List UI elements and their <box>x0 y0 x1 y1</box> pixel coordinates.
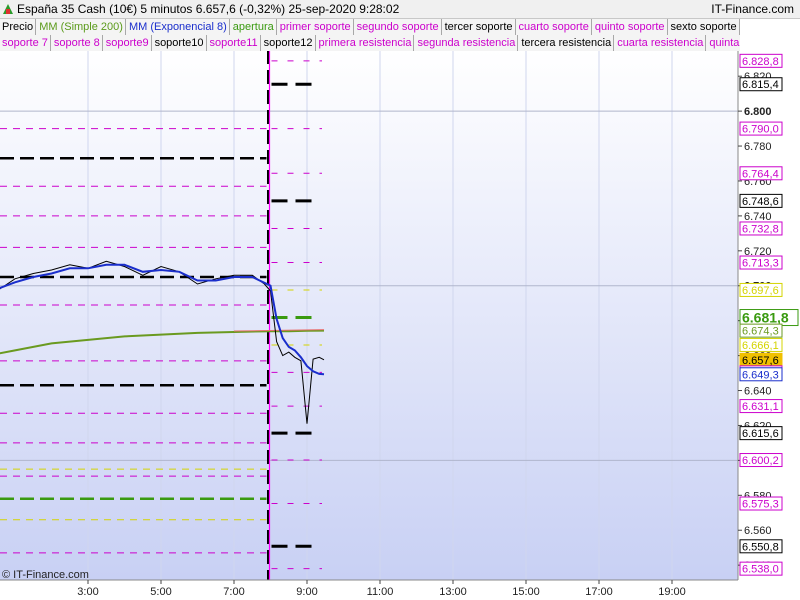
level-label: 6.790,0 <box>742 124 779 136</box>
legend-item[interactable]: MM (Simple 200) <box>37 19 126 35</box>
legend-item[interactable]: soporte12 <box>262 35 316 51</box>
x-tick-label: 15:00 <box>512 586 540 598</box>
level-label: 6.815,4 <box>742 79 779 91</box>
x-tick-label: 5:00 <box>150 586 171 598</box>
chart-logo-icon <box>3 4 13 14</box>
y-tick-label: 6.560 <box>744 525 772 537</box>
level-label: 6.674,3 <box>742 326 779 338</box>
legend-item[interactable]: soporte 8 <box>52 35 103 51</box>
legend-item[interactable]: soporte11 <box>208 35 261 51</box>
x-tick-label: 19:00 <box>658 586 686 598</box>
level-label: 6.600,2 <box>742 455 779 467</box>
level-label: 6.697,6 <box>742 285 779 297</box>
legend-item[interactable]: segunda resistencia <box>415 35 519 51</box>
legend-item[interactable]: soporte 7 <box>0 35 51 51</box>
legend-item[interactable]: Precio <box>0 19 37 35</box>
title-bar: España 35 Cash (10€) 5 minutos 6.657,6 (… <box>0 0 800 19</box>
y-tick-label: 6.640 <box>744 386 772 398</box>
legend-item[interactable]: primera resistencia <box>317 35 415 51</box>
legend-item[interactable]: tercera resistencia <box>519 35 615 51</box>
legend-row-2: soporte 7 soporte 8 soporte9 soporte10 sopor… <box>0 35 740 51</box>
level-label: 6.732,8 <box>742 223 779 235</box>
x-tick-label: 7:00 <box>223 586 244 598</box>
chart: 6.8206.8006.7806.7606.7406.7206.7006.680… <box>0 50 800 600</box>
legend-item[interactable]: segundo soporte <box>355 19 442 35</box>
level-label: 6.764,4 <box>742 168 779 180</box>
legend-item[interactable]: cuarto soporte <box>517 19 592 35</box>
x-tick-label: 9:00 <box>296 586 317 598</box>
x-tick-label: 13:00 <box>439 586 467 598</box>
plot-area <box>0 50 738 580</box>
x-tick-label: 11:00 <box>367 586 394 598</box>
y-tick-label: 6.740 <box>744 211 772 223</box>
legend-item[interactable]: cuarta resistencia <box>615 35 707 51</box>
legend-item[interactable]: MM (Exponencial 8) <box>127 19 230 35</box>
level-label: 6.575,3 <box>742 499 779 511</box>
level-label: 6.538,0 <box>742 564 779 576</box>
level-label: 6.748,6 <box>742 196 779 208</box>
legend-item[interactable]: tercer soporte <box>443 19 516 35</box>
y-tick-label: 6.800 <box>744 106 772 118</box>
level-label: 6.666,1 <box>742 340 779 352</box>
level-label: 6.649,3 <box>742 369 779 381</box>
level-label: 6.631,1 <box>742 401 779 413</box>
legend-row-1: Precio MM (Simple 200) MM (Exponencial 8) a… <box>0 19 740 35</box>
legend-item[interactable]: soporte10 <box>153 35 207 51</box>
level-label: 6.681,8 <box>742 310 789 326</box>
legend-item[interactable]: quinta r <box>707 35 740 51</box>
brand-name: IT-Finance.com <box>711 2 794 16</box>
instrument-title: España 35 Cash (10€) 5 minutos 6.657,6 (… <box>17 2 400 16</box>
level-label: 6.550,8 <box>742 541 779 553</box>
level-label: 6.615,6 <box>742 428 779 440</box>
x-tick-label: 3:00 <box>77 586 98 598</box>
level-label: 6.713,3 <box>742 258 779 270</box>
y-tick-label: 6.780 <box>744 141 772 153</box>
x-tick-label: 17:00 <box>585 586 613 598</box>
level-label: 6.657,6 <box>742 355 779 367</box>
legend-item[interactable]: primer soporte <box>278 19 354 35</box>
legend-item[interactable]: sexto soporte <box>669 19 740 35</box>
legend-item[interactable]: quinto soporte <box>593 19 668 35</box>
legend-item[interactable]: apertura <box>231 19 277 35</box>
legend-item[interactable]: soporte9 <box>104 35 152 51</box>
watermark: © IT-Finance.com <box>2 569 89 581</box>
level-label: 6.828,8 <box>742 56 779 68</box>
